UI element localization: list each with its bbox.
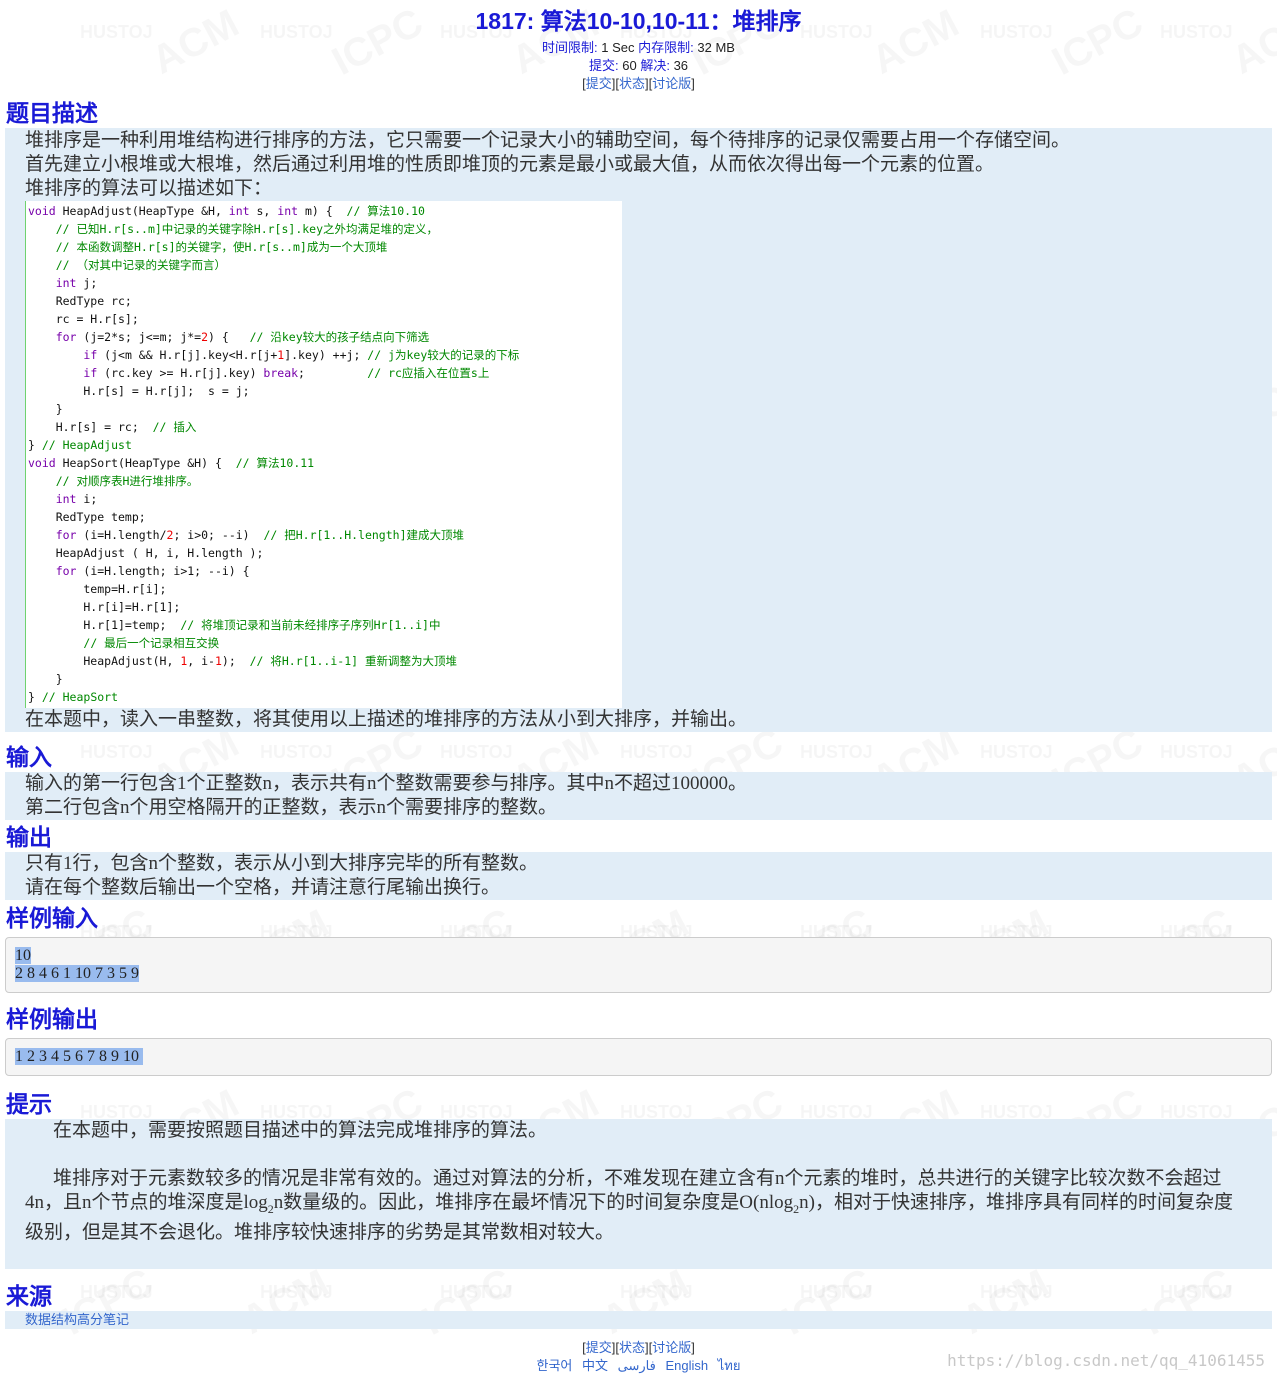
footer-status-link[interactable]: 状态: [619, 1340, 645, 1355]
code-line: for (j=2*s; j<=m; j*=2) { // 沿key较大的孩子结点…: [55, 330, 430, 344]
source-box: 数据结构高分笔记: [5, 1310, 1272, 1329]
code-line: if (j<m && H.r[j].key<H.r[j+1].key) ++j;…: [83, 348, 520, 362]
description-heading: 题目描述: [6, 100, 98, 126]
problem-header: 1817: 算法10-10,10-11：堆排序 时间限制: 1 Sec 内存限制…: [0, 0, 1277, 93]
code-line: }: [28, 402, 63, 416]
sample-input-line-2: 2 8 4 6 1 10 7 3 5 9: [15, 965, 139, 982]
memory-limit-value: 32 MB: [697, 40, 735, 55]
input-heading: 输入: [6, 744, 52, 770]
output-box: 只有1行，包含n个整数，表示从小到大排序完毕的所有整数。 请在每个整数后输出一个…: [5, 852, 1272, 900]
input-line-1: 输入的第一行包含1个正整数n，表示共有n个整数需要参与排序。其中n不超过1000…: [25, 773, 748, 794]
code-line: RedType temp;: [28, 510, 146, 524]
hint-box: 在本题中，需要按照题目描述中的算法完成堆排序的算法。 堆排序对于元素数较多的情况…: [5, 1119, 1272, 1269]
code-line: rc = H.r[s];: [28, 312, 139, 326]
lang-english-link[interactable]: English: [665, 1358, 708, 1373]
sample-output-line-1: 1 2 3 4 5 6 7 8 9 10: [15, 1048, 143, 1065]
code-block: void HeapAdjust(HeapType &H, int s, int …: [25, 201, 622, 708]
code-line: HeapAdjust(H, 1, i-1); // 将H.r[1..i-1] 重…: [28, 654, 457, 668]
memory-limit-label: 内存限制:: [638, 40, 694, 55]
hint-paragraph-2: 堆排序对于元素数较多的情况是非常有效的。通过对算法的分析，不难发现在建立含有n个…: [25, 1168, 1233, 1243]
lang-thai-link[interactable]: ไทย: [718, 1358, 741, 1373]
submit-count-value: 60: [622, 58, 637, 73]
limits-line: 时间限制: 1 Sec 内存限制: 32 MB: [0, 39, 1277, 57]
code-line: // 对顺序表H进行堆排序。: [55, 474, 199, 488]
lang-persian-link[interactable]: فارسی: [618, 1358, 656, 1373]
header-links: [提交][状态][讨论版]: [582, 76, 695, 91]
output-line-2: 请在每个整数后输出一个空格，并请注意行尾输出换行。: [25, 877, 501, 898]
solved-count-label: 解决:: [640, 58, 670, 73]
sample-input-heading: 样例输入: [6, 905, 98, 931]
output-heading: 输出: [6, 824, 52, 850]
code-line: // 最后一个记录相互交换: [83, 636, 220, 650]
description-line-3: 堆排序的算法可以描述如下：: [25, 178, 273, 199]
code-line: // 本函数调整H.r[s]的关键字，使H.r[s..m]成为一个大顶堆: [55, 240, 388, 254]
code-line: H.r[1]=temp; // 将堆顶记录和当前未经排序子序列Hr[1..i]中: [28, 618, 441, 632]
stats-line: 提交: 60 解决: 36: [0, 57, 1277, 75]
code-line: int i;: [55, 492, 98, 506]
page-title: 1817: 算法10-10,10-11：堆排序: [475, 8, 802, 34]
sample-input-line-1: 10: [15, 947, 31, 964]
submit-count-label: 提交:: [588, 58, 619, 73]
footer-submit-link[interactable]: 提交: [586, 1340, 612, 1355]
code-line: }: [28, 672, 63, 686]
code-line: HeapAdjust ( H, i, H.length );: [28, 546, 264, 560]
sample-output-box[interactable]: 1 2 3 4 5 6 7 8 9 10: [5, 1038, 1272, 1076]
footer-discuss-link[interactable]: 讨论版: [652, 1340, 691, 1355]
code-line: void HeapAdjust(HeapType &H, int s, int …: [28, 204, 425, 218]
lang-chinese-link[interactable]: 中文: [582, 1358, 608, 1373]
code-line: void HeapSort(HeapType &H) { // 算法10.11: [28, 456, 315, 470]
code-line: } // HeapAdjust: [28, 438, 132, 452]
code-line: H.r[i]=H.r[1];: [28, 600, 181, 614]
description-box: 堆排序是一种利用堆结构进行排序的方法，它只需要一个记录大小的辅助空间，每个待排序…: [5, 128, 1272, 732]
input-box: 输入的第一行包含1个正整数n，表示共有n个整数需要参与排序。其中n不超过1000…: [5, 772, 1272, 820]
description-outro: 在本题中，读入一串整数，将其使用以上描述的堆排序的方法从小到大排序，并输出。: [25, 709, 748, 730]
code-line: // 已知H.r[s..m]中记录的关键字除H.r[s].key之外均满足堆的定…: [55, 222, 439, 236]
output-line-1: 只有1行，包含n个整数，表示从小到大排序完毕的所有整数。: [25, 853, 539, 874]
code-line: H.r[s] = rc; // 插入: [28, 420, 197, 434]
lang-korean-link[interactable]: 한국어: [537, 1358, 573, 1373]
code-line: int j;: [55, 276, 98, 290]
header-status-link[interactable]: 状态: [619, 76, 645, 91]
code-line: H.r[s] = H.r[j]; s = j;: [28, 384, 250, 398]
header-submit-link[interactable]: 提交: [586, 76, 612, 91]
solved-count-value: 36: [673, 58, 689, 73]
source-link[interactable]: 数据结构高分笔记: [25, 1311, 1272, 1329]
code-line: } // HeapSort: [28, 690, 119, 704]
hint-heading: 提示: [6, 1091, 52, 1117]
time-limit-label: 时间限制:: [542, 40, 598, 55]
sample-output-heading: 样例输出: [6, 1006, 98, 1032]
code-line: temp=H.r[i];: [28, 582, 167, 596]
sample-input-box[interactable]: 10 2 8 4 6 1 10 7 3 5 9: [5, 937, 1272, 993]
input-line-2: 第二行包含n个用空格隔开的正整数，表示n个需要排序的整数。: [25, 797, 558, 818]
time-limit-value: 1 Sec: [601, 40, 635, 55]
code-line: for (i=H.length; i>1; --i) {: [55, 564, 250, 578]
source-heading: 来源: [6, 1282, 52, 1309]
description-line-2: 首先建立小根堆或大根堆，然后通过利用堆的性质即堆顶的元素是最小或最大值，从而依次…: [25, 154, 995, 175]
hint-paragraph-1: 在本题中，需要按照题目描述中的算法完成堆排序的算法。: [53, 1120, 548, 1141]
code-line: if (rc.key >= H.r[j].key) break; // rc应插…: [83, 366, 490, 380]
description-line-1: 堆排序是一种利用堆结构进行排序的方法，它只需要一个记录大小的辅助空间，每个待排序…: [25, 130, 1071, 151]
code-line: for (i=H.length/2; i>0; --i) // 把H.r[1..…: [55, 528, 465, 542]
code-line: // （对其中记录的关键字而言）: [55, 258, 226, 272]
code-line: RedType rc;: [28, 294, 132, 308]
header-discuss-link[interactable]: 讨论版: [652, 76, 691, 91]
csdn-watermark-url: https://blog.csdn.net/qq_41061455: [947, 1351, 1265, 1370]
